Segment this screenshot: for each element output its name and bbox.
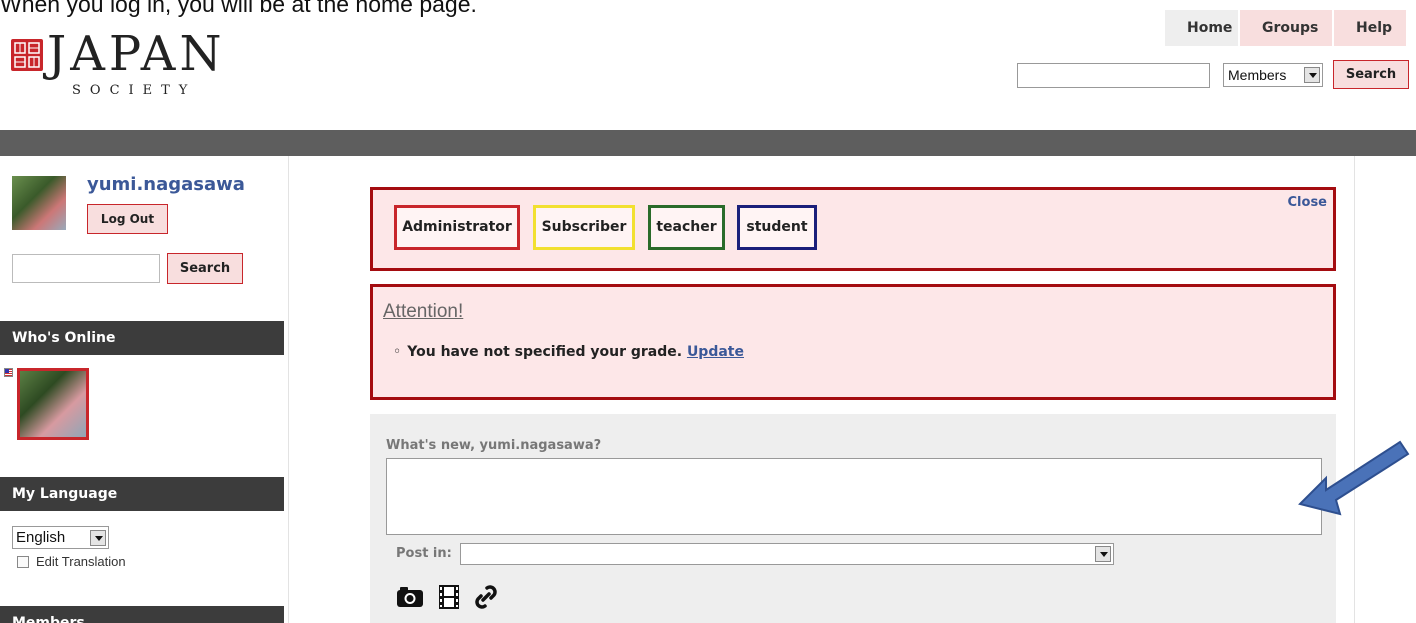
chevron-down-icon[interactable] xyxy=(90,530,106,546)
edit-translation-checkbox[interactable] xyxy=(17,555,29,568)
top-search-input[interactable] xyxy=(1017,63,1210,88)
role-teacher[interactable]: teacher xyxy=(648,205,725,250)
top-search-button[interactable]: Search xyxy=(1333,60,1409,89)
nav-home[interactable]: Home xyxy=(1165,10,1238,46)
language-value: English xyxy=(16,529,66,546)
camera-icon[interactable] xyxy=(396,586,424,612)
bullet-icon: ◦ xyxy=(393,344,402,360)
username-link[interactable]: yumi.nagasawa xyxy=(87,174,245,195)
top-navigation: Home Groups Help xyxy=(1165,10,1406,46)
attachment-tools xyxy=(396,584,498,614)
search-scope-select[interactable]: Members xyxy=(1223,63,1323,87)
role-student[interactable]: student xyxy=(737,205,817,250)
logo-wordmark: JAPAN xyxy=(47,26,226,82)
chevron-down-icon[interactable] xyxy=(1304,67,1320,83)
search-scope-value: Members xyxy=(1228,67,1287,83)
attention-text: You have not specified your grade. xyxy=(407,344,683,360)
post-in-label: Post in: xyxy=(396,546,452,561)
online-user-avatar[interactable] xyxy=(17,368,89,440)
attention-message: ◦ You have not specified your grade. Upda… xyxy=(393,344,744,360)
nav-help[interactable]: Help xyxy=(1334,10,1406,46)
user-avatar[interactable] xyxy=(12,176,66,230)
status-post-panel: What's new, yumi.nagasawa? Post in: xyxy=(370,414,1336,623)
column-divider xyxy=(288,156,289,623)
japan-society-logo[interactable]: JAPAN SOCIETY xyxy=(8,30,248,106)
whos-online-heading: Who's Online xyxy=(0,321,284,355)
nav-groups[interactable]: Groups xyxy=(1240,10,1332,46)
edit-translation-label: Edit Translation xyxy=(36,554,126,569)
roles-panel: Close Administrator Subscriber teacher s… xyxy=(370,187,1336,271)
logo-subtitle: SOCIETY xyxy=(72,83,197,98)
edit-translation-option[interactable]: Edit Translation xyxy=(17,554,126,569)
annotation-arrow-icon xyxy=(1296,436,1412,524)
sidebar-search-button[interactable]: Search xyxy=(167,253,243,284)
header-bar xyxy=(0,130,1416,156)
sidebar: yumi.nagasawa Log Out Search Who's Onlin… xyxy=(0,156,288,623)
link-icon[interactable] xyxy=(474,584,498,614)
instruction-caption: When you log in, you will be at the home… xyxy=(0,0,477,17)
my-language-heading: My Language xyxy=(0,477,284,511)
post-in-select[interactable] xyxy=(460,543,1114,565)
members-heading: Members xyxy=(0,606,284,623)
role-administrator[interactable]: Administrator xyxy=(394,205,520,250)
chevron-down-icon[interactable] xyxy=(1095,546,1111,562)
role-subscriber[interactable]: Subscriber xyxy=(533,205,635,250)
flag-icon xyxy=(4,368,13,377)
attention-panel: Attention! ◦ You have not specified your … xyxy=(370,284,1336,400)
film-icon[interactable] xyxy=(438,584,460,614)
seal-icon xyxy=(11,39,43,71)
logout-button[interactable]: Log Out xyxy=(87,204,168,234)
close-link[interactable]: Close xyxy=(1288,195,1327,210)
update-link[interactable]: Update xyxy=(687,344,744,360)
sidebar-search-input[interactable] xyxy=(12,254,160,283)
column-divider xyxy=(1354,156,1355,623)
status-textarea[interactable] xyxy=(386,458,1322,535)
language-select[interactable]: English xyxy=(12,526,109,549)
whats-new-label: What's new, yumi.nagasawa? xyxy=(386,438,602,453)
attention-title: Attention! xyxy=(383,301,464,322)
